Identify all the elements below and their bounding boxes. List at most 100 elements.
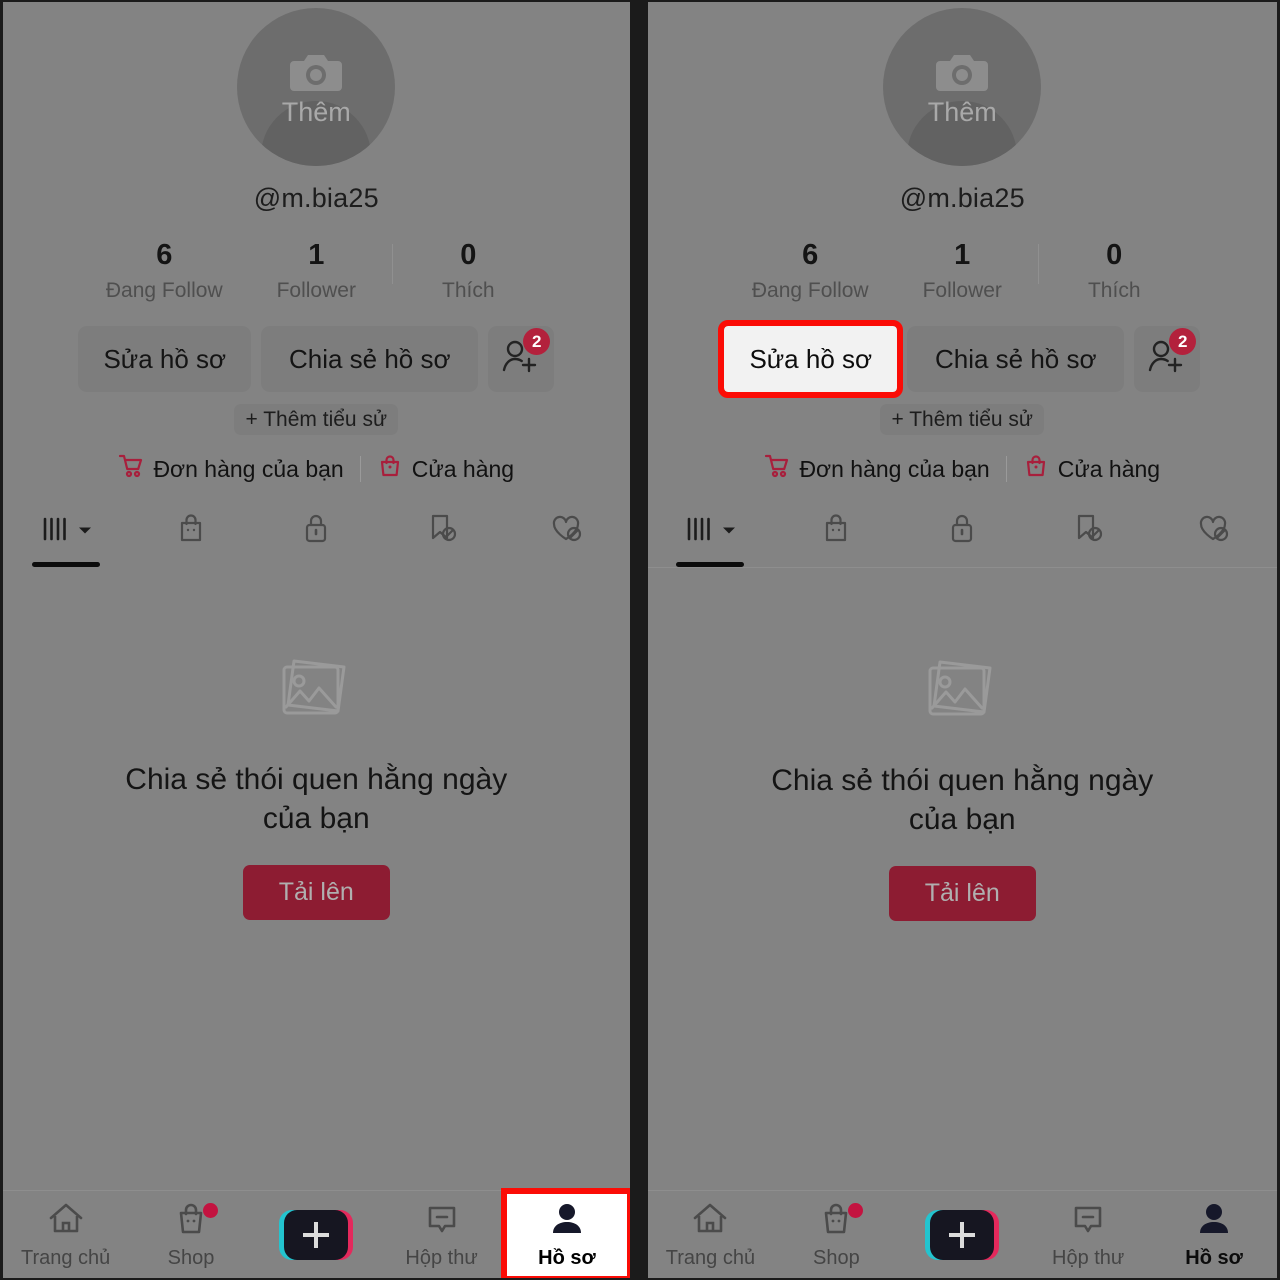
profile-header: Thêm @m.bia25 xyxy=(648,2,1278,214)
your-orders-link[interactable]: Đơn hàng của bạn xyxy=(764,453,990,485)
shop-notification-dot xyxy=(848,1203,864,1218)
bottom-navigation: Trang chủ Shop Hộp thư Hồ sơ xyxy=(647,1190,1278,1278)
avatar[interactable]: Thêm xyxy=(237,8,396,166)
edit-profile-button[interactable]: Sửa hồ sơ xyxy=(78,326,252,392)
avatar[interactable]: Thêm xyxy=(883,8,1042,166)
your-orders-link[interactable]: Đơn hàng của bạn xyxy=(118,453,344,485)
tab-underline-inactive xyxy=(533,562,601,567)
empty-state-title: Chia sẻ thói quen hằng ngày của bạn xyxy=(125,760,507,838)
stat-value: 6 xyxy=(156,239,173,271)
content-tabs xyxy=(648,505,1278,567)
nav-profile-label: Hồ sơ xyxy=(538,1246,596,1269)
empty-title-line2: của bạn xyxy=(262,802,370,835)
shop-tab[interactable] xyxy=(128,505,253,567)
profile-icon xyxy=(1194,1200,1234,1243)
profile-actions: Sửa hồ sơ Chia sẻ hồ sơ 2 xyxy=(648,320,1278,398)
stat-label: Thích xyxy=(1087,279,1141,302)
share-profile-button[interactable]: Chia sẻ hồ sơ xyxy=(907,326,1125,392)
grid-tab[interactable] xyxy=(648,505,774,567)
empty-title-line1: Chia sẻ thói quen hằng ngày xyxy=(771,764,1154,797)
stat-label: Follower xyxy=(276,279,356,302)
tab-underline-inactive xyxy=(802,562,870,567)
panel-divider xyxy=(629,0,639,1280)
avatar-add-label: Thêm xyxy=(281,97,351,127)
chevron-down-icon xyxy=(721,523,737,541)
lock-icon xyxy=(947,511,977,550)
profile-actions: Sửa hồ sơ Chia sẻ hồ sơ 2 xyxy=(3,326,630,392)
profile-handle: @m.bia25 xyxy=(899,183,1025,213)
upload-button[interactable]: Tải lên xyxy=(888,866,1036,921)
shop-links-divider xyxy=(1005,456,1007,482)
plus-icon xyxy=(949,1221,976,1248)
empty-title-line2: của bạn xyxy=(908,803,1016,836)
stat-label: Thích xyxy=(442,279,495,302)
shop-notification-dot xyxy=(202,1203,218,1218)
active-tab-underline xyxy=(31,562,100,567)
create-core xyxy=(930,1209,995,1260)
chevron-down-icon xyxy=(77,523,93,541)
grid-tab[interactable] xyxy=(3,505,128,567)
home-icon xyxy=(46,1200,86,1243)
saved-tab[interactable] xyxy=(1025,505,1151,567)
shopping-bag-icon xyxy=(175,511,207,550)
private-tab[interactable] xyxy=(899,505,1025,567)
add-friend-badge: 2 xyxy=(1169,328,1197,355)
upload-button[interactable]: Tải lên xyxy=(242,865,390,920)
inbox-icon xyxy=(1068,1200,1108,1243)
shop-bag-icon xyxy=(377,453,403,485)
add-friend-button[interactable]: 2 xyxy=(488,326,555,392)
profile-handle: @m.bia25 xyxy=(253,183,379,213)
lock-icon xyxy=(301,511,331,550)
bottom-navigation: Trang chủ Shop Hộp thư Hồ sơ xyxy=(3,1187,630,1278)
liked-tab[interactable] xyxy=(1151,505,1277,567)
liked-tab[interactable] xyxy=(504,505,629,567)
create-core xyxy=(284,1209,349,1260)
shop-links-divider xyxy=(359,456,361,482)
nav-shop-label: Shop xyxy=(167,1246,215,1269)
stat-label: Đang Follow xyxy=(105,279,223,302)
nav-inbox[interactable]: Hộp thư xyxy=(1025,1191,1151,1278)
nav-create[interactable] xyxy=(254,1191,379,1278)
nav-home[interactable]: Trang chủ xyxy=(648,1191,774,1278)
edit-profile-button[interactable]: Sửa hồ sơ xyxy=(718,320,904,398)
shop-links-row: Đơn hàng của bạn Cửa hàng xyxy=(648,453,1278,485)
your-orders-label: Đơn hàng của bạn xyxy=(799,455,990,482)
shopping-cart-icon xyxy=(118,453,144,485)
tab-underline-inactive xyxy=(157,562,225,567)
nav-profile-label: Hồ sơ xyxy=(1185,1246,1243,1269)
right-screen-panel: Thêm @m.bia25 6 Đang Follow 1 Follower 0… xyxy=(647,2,1278,1278)
add-bio-chip[interactable]: + Thêm tiểu sử xyxy=(880,404,1045,435)
nav-shop[interactable]: Shop xyxy=(128,1191,253,1278)
shop-links-row: Đơn hàng của bạn Cửa hàng xyxy=(3,453,630,485)
add-friend-button[interactable]: 2 xyxy=(1134,326,1201,392)
stat-followers[interactable]: 1 Follower xyxy=(240,238,392,306)
shop-tab[interactable] xyxy=(773,505,899,567)
stat-following[interactable]: 6 Đang Follow xyxy=(734,238,886,306)
stat-value: 0 xyxy=(460,239,477,271)
nav-home[interactable]: Trang chủ xyxy=(3,1191,128,1278)
saved-tab[interactable] xyxy=(379,505,504,567)
nav-shop[interactable]: Shop xyxy=(773,1191,899,1278)
empty-state: Chia sẻ thói quen hằng ngày của bạn Tải … xyxy=(3,567,630,1190)
tab-underline-inactive xyxy=(1180,562,1248,567)
nav-profile[interactable]: Hồ sơ xyxy=(1151,1191,1277,1278)
stat-likes[interactable]: 0 Thích xyxy=(392,238,544,306)
tab-underline-inactive xyxy=(408,562,476,567)
camera-icon xyxy=(288,49,344,95)
tab-underline-inactive xyxy=(282,562,350,567)
profile-icon xyxy=(547,1200,587,1243)
stat-followers[interactable]: 1 Follower xyxy=(886,238,1038,306)
share-profile-button[interactable]: Chia sẻ hồ sơ xyxy=(261,326,479,392)
stat-value: 0 xyxy=(1106,239,1123,271)
add-bio-chip[interactable]: + Thêm tiểu sử xyxy=(234,404,399,435)
nav-inbox[interactable]: Hộp thư xyxy=(379,1191,504,1278)
stat-likes[interactable]: 0 Thích xyxy=(1038,238,1190,306)
store-link[interactable]: Cửa hàng xyxy=(1023,453,1160,485)
nav-profile[interactable]: Hồ sơ xyxy=(501,1187,630,1278)
store-link[interactable]: Cửa hàng xyxy=(377,453,514,485)
nav-create[interactable] xyxy=(899,1191,1025,1278)
private-tab[interactable] xyxy=(254,505,379,567)
profile-header: Thêm @m.bia25 xyxy=(3,2,630,214)
inbox-icon xyxy=(422,1200,462,1243)
stat-following[interactable]: 6 Đang Follow xyxy=(88,238,240,306)
